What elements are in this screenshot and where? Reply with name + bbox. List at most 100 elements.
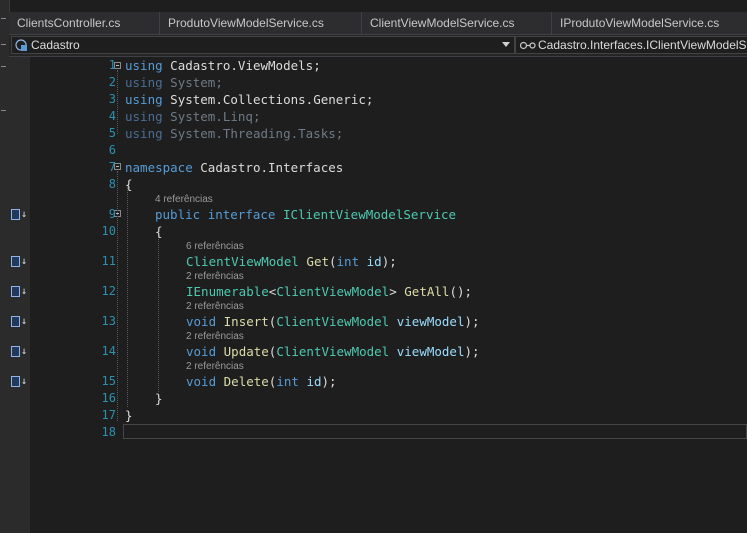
navigation-bar: Cadastro Cadastro.Interfaces.IClientView… (9, 35, 747, 57)
type-name: IEnumerable (186, 284, 269, 299)
keyword: using (125, 92, 163, 107)
parameter-name: id (366, 254, 382, 269)
code-editor[interactable]: 1 using Cadastro.ViewModels; 2 using Sys… (30, 57, 747, 533)
chevron-down-icon (502, 42, 510, 47)
code-line: 16 } (30, 390, 747, 407)
namespace-segment: ViewModels (237, 58, 314, 73)
keyword: interface (207, 207, 276, 222)
implementation-arrow-icon[interactable]: ↓ (11, 256, 28, 267)
line-number: 3 (108, 92, 116, 106)
namespace-segment: Collections (222, 92, 306, 107)
line-number: 6 (108, 143, 116, 157)
keyword: void (186, 374, 217, 389)
keyword: using (125, 58, 163, 73)
tab-label: IProdutoViewModelService.cs (560, 16, 720, 30)
namespace-segment: Threading (222, 126, 291, 141)
tab-client-viewmodel-service[interactable]: ClientViewModelService.cs (362, 12, 552, 34)
codelens-references[interactable]: 2 referências (186, 301, 244, 312)
line-number: 18 (101, 425, 116, 439)
csharp-project-icon (15, 39, 27, 51)
implementation-arrow-icon[interactable]: ↓ (11, 346, 28, 357)
keyword: namespace (125, 160, 193, 175)
line-number: 14 (101, 344, 116, 358)
line-number: 13 (101, 314, 116, 328)
symbol-name: Cadastro.Interfaces.IClientViewModelSe (538, 38, 747, 52)
method-name: GetAll (404, 284, 450, 299)
keyword: int (336, 254, 360, 269)
code-line: 14 void Update(ClientViewModel viewModel… (30, 343, 747, 360)
parameter-name: viewModel (396, 314, 465, 329)
code-line: 1 using Cadastro.ViewModels; (30, 57, 747, 74)
line-number: 17 (101, 408, 116, 422)
type-name: ClientViewModel (276, 314, 390, 329)
interface-symbol-icon (520, 41, 536, 50)
codelens-references[interactable]: 2 referências (186, 361, 244, 372)
document-tab-bar: ClientsController.cs ProdutoViewModelSer… (9, 12, 747, 35)
code-line: 3 using System.Collections.Generic; (30, 91, 747, 108)
project-name: Cadastro (31, 38, 80, 52)
line-number: 16 (101, 391, 116, 405)
line-number: 2 (108, 75, 116, 89)
line-number: 11 (101, 254, 116, 268)
method-name: Update (223, 344, 269, 359)
code-line: 7 namespace Cadastro.Interfaces (30, 159, 747, 176)
current-line-highlight (123, 424, 747, 439)
method-name: Delete (223, 374, 269, 389)
code-line: 12 IEnumerable<ClientViewModel> GetAll()… (30, 283, 747, 300)
tab-clients-controller[interactable]: ClientsController.cs (9, 12, 160, 34)
code-line: 9 public interface IClientViewModelServi… (30, 206, 747, 223)
line-number: 9 (108, 207, 116, 221)
namespace-segment: Generic (313, 92, 366, 107)
code-line: 5 using System.Threading.Tasks; (30, 125, 747, 142)
parameter-name: id (306, 374, 322, 389)
keyword: int (276, 374, 299, 389)
code-line: 11 ClientViewModel Get(int id); (30, 253, 747, 270)
keyword: void (186, 314, 217, 329)
namespace-segment: Cadastro (200, 160, 261, 175)
tab-iproduto-viewmodel-service[interactable]: IProdutoViewModelService.cs (552, 12, 747, 34)
codelens-references[interactable]: 2 referências (186, 271, 244, 282)
tab-label: ClientViewModelService.cs (370, 16, 515, 30)
namespace-segment: System (170, 109, 216, 124)
namespace-segment: System (170, 92, 216, 107)
code-line: 17 } (30, 407, 747, 424)
interface-name: IClientViewModelService (282, 207, 457, 222)
codelens-references[interactable]: 2 referências (186, 331, 244, 342)
implementation-arrow-icon[interactable]: ↓ (11, 209, 28, 220)
tab-label: ProdutoViewModelService.cs (168, 16, 324, 30)
code-line: 13 void Insert(ClientViewModel viewModel… (30, 313, 747, 330)
line-number: 12 (101, 284, 116, 298)
namespace-segment: System (170, 126, 216, 141)
implementation-arrow-icon[interactable]: ↓ (11, 376, 28, 387)
keyword: using (125, 126, 163, 141)
implementation-arrow-icon[interactable]: ↓ (11, 316, 28, 327)
codelens-references[interactable]: 4 referências (155, 194, 213, 205)
namespace-segment: System (170, 75, 216, 90)
line-number: 10 (101, 224, 116, 238)
parameter-name: viewModel (396, 344, 465, 359)
code-line: 10 { (30, 223, 747, 240)
keyword: using (125, 75, 163, 90)
code-line: 2 using System; (30, 74, 747, 91)
method-name: Get (306, 254, 329, 269)
keyword: using (125, 109, 163, 124)
line-number: 8 (108, 177, 116, 191)
type-name: ClientViewModel (276, 344, 390, 359)
symbol-dropdown[interactable]: Cadastro.Interfaces.IClientViewModelSe (515, 36, 747, 54)
line-number: 1 (108, 58, 116, 72)
code-line: 8 { (30, 176, 747, 193)
implementation-arrow-icon[interactable]: ↓ (11, 286, 28, 297)
namespace-segment: Linq (222, 109, 253, 124)
line-number: 4 (108, 109, 116, 123)
method-name: Insert (223, 314, 269, 329)
type-name: ClientViewModel (276, 284, 390, 299)
line-number: 15 (101, 374, 116, 388)
tab-label: ClientsController.cs (17, 16, 121, 30)
tab-produto-viewmodel-service[interactable]: ProdutoViewModelService.cs (160, 12, 362, 34)
line-number: 5 (108, 126, 116, 140)
keyword: public (155, 207, 201, 222)
project-dropdown[interactable]: Cadastro (11, 36, 515, 54)
codelens-references[interactable]: 6 referências (186, 241, 244, 252)
namespace-segment: Interfaces (268, 160, 344, 175)
code-line: 6 (30, 142, 747, 159)
